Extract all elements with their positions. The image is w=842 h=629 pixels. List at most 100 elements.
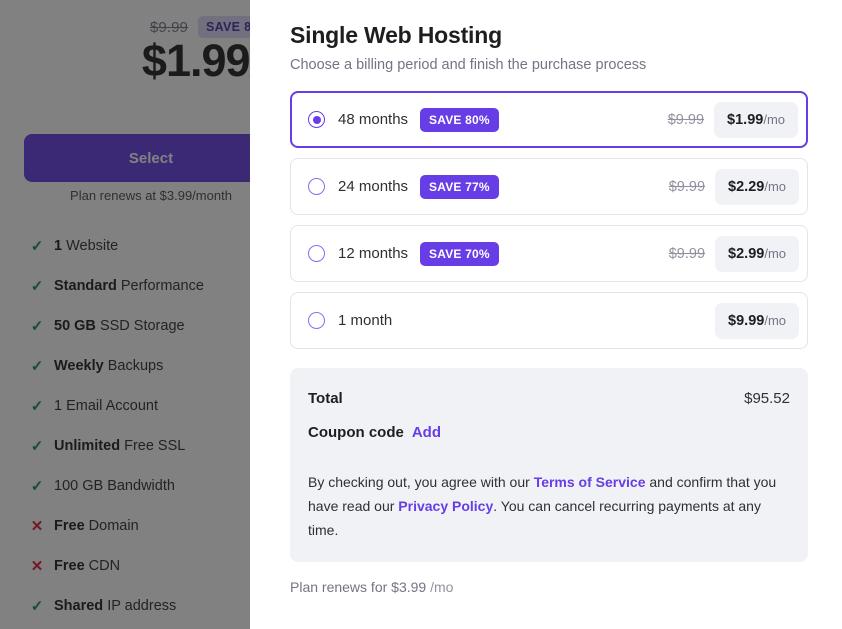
discount-badge: SAVE 70% xyxy=(420,241,499,266)
feature-label-strong: 50 GB xyxy=(54,318,96,334)
screen: $9.99 SAVE 80% $1.99/mo Select Plan rene… xyxy=(0,0,842,629)
discount-badge: SAVE 77% xyxy=(420,174,499,199)
billing-option-price: $9.99/mo xyxy=(715,302,799,339)
select-plan-button[interactable]: Select xyxy=(24,134,250,182)
discount-badge: SAVE 80% xyxy=(420,107,499,132)
feature-label-strong: Shared xyxy=(54,598,104,614)
check-icon: ✓ xyxy=(30,317,44,335)
billing-option-price-amount: $2.29 xyxy=(728,178,765,195)
billing-option-row[interactable]: 24 months SAVE 77% $9.99 $2.29/mo xyxy=(290,158,808,215)
feature-label: Shared IP address xyxy=(54,598,176,614)
radio-button[interactable] xyxy=(308,245,325,262)
billing-option-label: 24 months xyxy=(338,178,409,195)
feature-label-rest: SSD Storage xyxy=(95,318,185,334)
feature-label-rest: 100 GB Bandwidth xyxy=(54,478,175,494)
radio-dot xyxy=(312,115,321,124)
billing-option-price-amount: $2.99 xyxy=(728,245,765,262)
plan-price-amount: $1.99 xyxy=(141,35,250,86)
plan-card: $9.99 SAVE 80% $1.99/mo Select Plan rene… xyxy=(0,0,250,629)
feature-item: ✕ Free Domain xyxy=(30,506,250,546)
radio-button[interactable] xyxy=(308,178,325,195)
terms-of-service-link[interactable]: Terms of Service xyxy=(534,474,646,490)
billing-option-price: $2.29/mo xyxy=(715,168,799,205)
check-icon: ✓ xyxy=(30,597,44,615)
billing-option-label: 12 months xyxy=(338,245,409,262)
billing-option-price-period: /mo xyxy=(764,245,786,261)
feature-item: ✓ Shared IP address xyxy=(30,586,250,626)
feature-label: 100 GB Bandwidth xyxy=(54,478,175,494)
billing-option-old-price: $9.99 xyxy=(667,111,705,128)
feature-item: ✓ 1 Website xyxy=(30,226,250,266)
billing-option-pricing: $9.99/mo xyxy=(715,302,799,339)
feature-label: Free CDN xyxy=(54,558,120,574)
coupon-label: Coupon code xyxy=(308,424,404,441)
billing-option-price-period: /mo xyxy=(764,312,786,328)
purchase-panel: Single Web Hosting Choose a billing peri… xyxy=(250,0,842,629)
background-plan-card: $9.99 SAVE 80% $1.99/mo Select Plan rene… xyxy=(0,0,250,629)
billing-option-price-period: /mo xyxy=(763,111,785,127)
radio-button[interactable] xyxy=(308,111,325,128)
feature-label: Standard Performance xyxy=(54,278,204,294)
feature-label: 1 Website xyxy=(54,238,118,254)
radio-dot xyxy=(313,250,321,258)
feature-label-strong: Weekly xyxy=(54,358,104,374)
billing-option-label: 1 month xyxy=(338,312,393,329)
feature-label-rest: Website xyxy=(62,238,119,254)
billing-option-old-price: $9.99 xyxy=(668,245,706,262)
feature-label-rest: Performance xyxy=(116,278,204,294)
terms-text: By checking out, you agree with our Term… xyxy=(308,470,778,562)
billing-option-row[interactable]: 12 months SAVE 70% $9.99 $2.99/mo xyxy=(290,225,808,282)
billing-option-pricing: $9.99 $2.29/mo xyxy=(669,168,799,205)
billing-option-label: 48 months xyxy=(338,111,409,128)
feature-item: ✕ Free CDN xyxy=(30,546,250,586)
feature-item: ✓ 50 GB SSD Storage xyxy=(30,306,250,346)
billing-option-price-amount: $1.99 xyxy=(727,111,764,128)
feature-item: ✓ Standard Performance xyxy=(30,266,250,306)
radio-button[interactable] xyxy=(308,312,325,329)
feature-label-rest: CDN xyxy=(84,558,121,574)
plan-price: $1.99/mo xyxy=(24,38,250,83)
total-row: Total $95.52 xyxy=(308,390,790,407)
billing-option-price-amount: $9.99 xyxy=(728,312,765,329)
feature-label: 1 Email Account xyxy=(54,398,158,414)
billing-period-options: 48 months SAVE 80% $9.99 $1.99/mo 24 months S… xyxy=(290,91,808,349)
feature-label-strong: Standard xyxy=(54,278,117,294)
feature-label: 50 GB SSD Storage xyxy=(54,318,185,334)
totals-panel: Total $95.52 Coupon code Add By checking… xyxy=(290,368,808,562)
coupon-row: Coupon code Add xyxy=(308,424,790,441)
check-icon: ✓ xyxy=(30,477,44,495)
terms-part-1: By checking out, you agree with our xyxy=(308,474,534,490)
feature-label: Free Domain xyxy=(54,518,139,534)
panel-subtitle: Choose a billing period and finish the p… xyxy=(290,57,647,73)
feature-label-rest: 1 Email Account xyxy=(54,398,158,414)
plan-renew-note: Plan renews at $3.99/month xyxy=(70,188,232,203)
radio-dot xyxy=(313,317,321,325)
billing-option-price: $1.99/mo xyxy=(714,101,798,138)
billing-option-pricing: $9.99 $2.99/mo xyxy=(668,235,799,272)
add-coupon-link[interactable]: Add xyxy=(412,424,441,441)
feature-label: Weekly Backups xyxy=(54,358,163,374)
feature-item: ✓ 100 GB Bandwidth xyxy=(30,466,250,506)
total-label: Total xyxy=(308,390,343,407)
check-icon: ✓ xyxy=(30,397,44,415)
privacy-policy-link[interactable]: Privacy Policy xyxy=(398,498,493,514)
feature-label-strong: 1 xyxy=(54,238,63,254)
feature-label: Unlimited Free SSL xyxy=(54,438,185,454)
footer-renew-period: /mo xyxy=(430,579,454,595)
feature-label-rest: IP address xyxy=(103,598,177,614)
panel-title: Single Web Hosting xyxy=(290,22,502,48)
billing-option-pricing: $9.99 $1.99/mo xyxy=(667,101,798,138)
check-icon: ✓ xyxy=(30,357,44,375)
billing-option-price-period: /mo xyxy=(764,178,786,194)
feature-label-strong: Free xyxy=(54,518,85,534)
feature-item: ✓ Unlimited Free SSL xyxy=(30,426,250,466)
footer-renew-text: Plan renews for $3.99 xyxy=(290,579,431,595)
total-amount: $95.52 xyxy=(744,390,790,407)
feature-label-rest: Free SSL xyxy=(120,438,186,454)
panel-footer: Plan renews for $3.99 /mo xyxy=(290,579,808,595)
feature-label-rest: Domain xyxy=(84,518,139,534)
plan-feature-list: ✓ 1 Website ✓ Standard Performance ✓ 50 GB SS… xyxy=(30,226,250,626)
billing-option-row[interactable]: 48 months SAVE 80% $9.99 $1.99/mo xyxy=(290,91,808,148)
billing-option-row[interactable]: 1 month $9.99/mo xyxy=(290,292,808,349)
feature-label-rest: Backups xyxy=(103,358,164,374)
